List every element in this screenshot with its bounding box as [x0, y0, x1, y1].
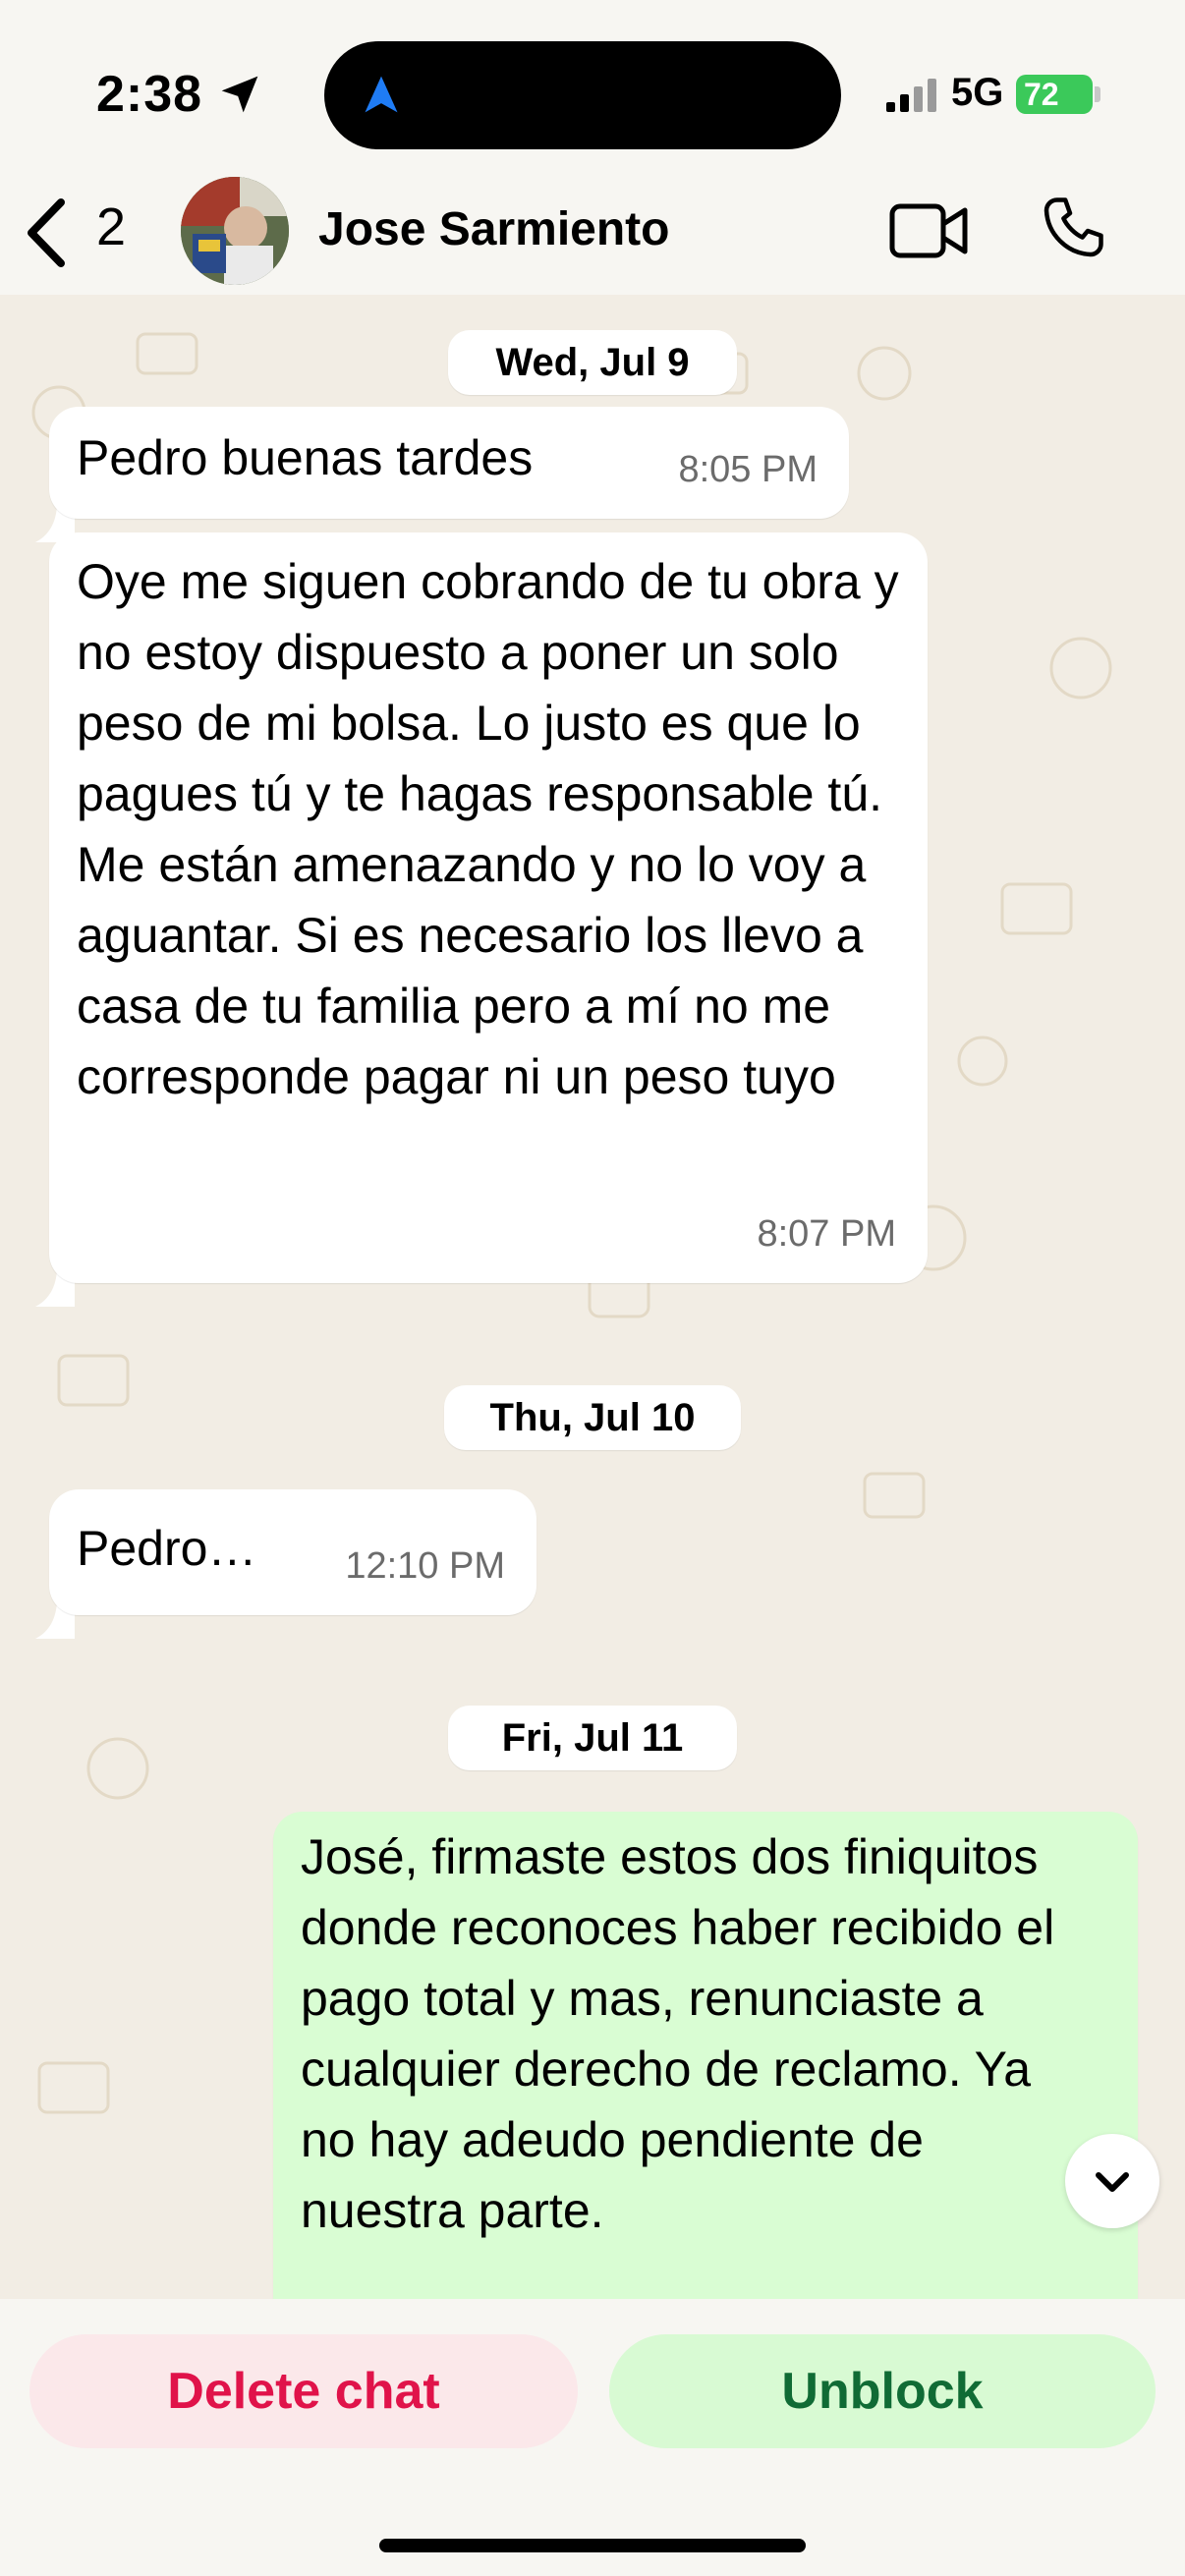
network-type: 5G	[951, 71, 1004, 114]
delete-chat-button[interactable]: Delete chat	[29, 2334, 578, 2448]
contact-name[interactable]: Jose Sarmiento	[318, 202, 669, 256]
message-text: Pedro…	[77, 1521, 257, 1576]
message-time: 8:05 PM	[678, 449, 818, 490]
back-chevron-icon[interactable]	[22, 196, 71, 269]
message-text: Pedro buenas tardes	[77, 430, 534, 485]
date-separator: Fri, Jul 11	[448, 1706, 737, 1770]
video-call-icon[interactable]	[888, 193, 971, 269]
chat-header: 2 Jose Sarmiento	[0, 167, 1185, 295]
message-list[interactable]: Wed, Jul 9 Pedro buenas tardes 8:05 PM O…	[0, 295, 1185, 2299]
dynamic-island	[324, 41, 841, 149]
status-bar: 2:38 5G 72	[0, 0, 1185, 187]
status-time: 2:38	[96, 66, 203, 123]
phone-call-icon[interactable]	[1038, 189, 1108, 267]
avatar-photo-icon	[181, 177, 289, 285]
date-separator: Thu, Jul 10	[444, 1385, 741, 1450]
battery-level: 72	[1024, 77, 1059, 112]
message-time: 8:07 PM	[757, 1213, 896, 1255]
avatar[interactable]	[181, 177, 289, 285]
signal-icon	[886, 79, 936, 112]
message-text: José, firmaste estos dos finiquitos dond…	[301, 1829, 1055, 2238]
home-indicator[interactable]	[379, 2539, 806, 2552]
message-text: Oye me siguen cobrando de tu obra y no e…	[77, 554, 899, 1104]
message-bubble-incoming[interactable]: Pedro buenas tardes 8:05 PM	[49, 407, 849, 519]
chevron-down-icon	[1096, 2172, 1129, 2192]
message-bubble-outgoing[interactable]: José, firmaste estos dos finiquitos dond…	[273, 1812, 1138, 2299]
battery-icon: 72	[1016, 75, 1093, 114]
navigation-arrow-icon	[365, 76, 398, 113]
message-bubble-incoming[interactable]: Pedro… 12:10 PM	[49, 1489, 536, 1615]
message-time: 12:10 PM	[345, 1545, 505, 1587]
unblock-button[interactable]: Unblock	[609, 2334, 1156, 2448]
scroll-to-bottom-button[interactable]	[1065, 2134, 1159, 2228]
back-unread-count[interactable]: 2	[96, 196, 126, 257]
blocked-contact-actions: Delete chat Unblock	[0, 2299, 1185, 2576]
date-separator: Wed, Jul 9	[448, 330, 737, 395]
battery-cap	[1095, 86, 1100, 102]
location-arrow-icon	[221, 76, 258, 113]
message-bubble-incoming[interactable]: Oye me siguen cobrando de tu obra y no e…	[49, 532, 928, 1283]
